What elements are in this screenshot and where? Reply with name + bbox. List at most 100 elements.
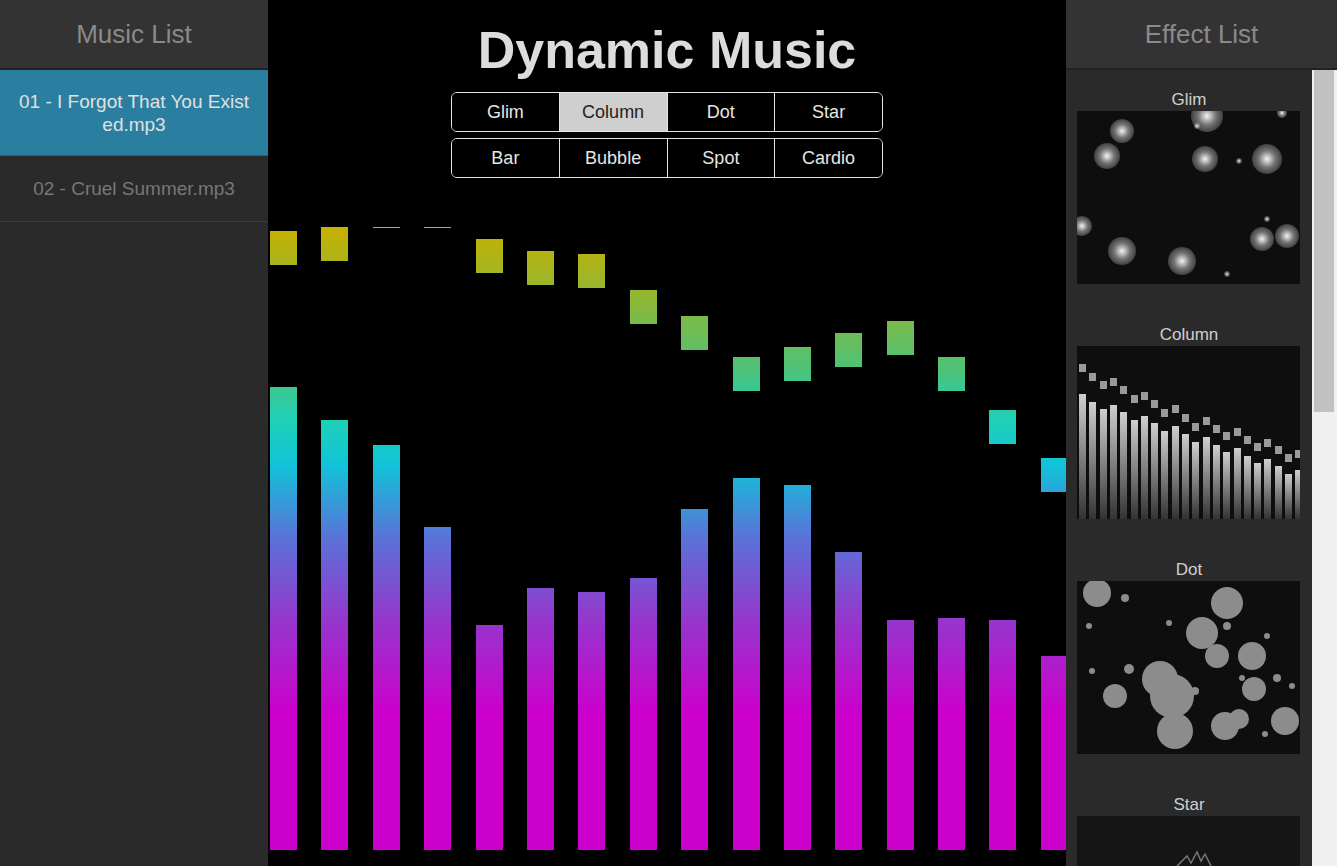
dot-circle (1150, 674, 1194, 718)
glim-light (1108, 237, 1136, 265)
column-bar (1089, 402, 1096, 519)
spectrum-column (887, 227, 914, 850)
effect-item[interactable]: Dot (1066, 560, 1312, 754)
dot-circle (1089, 668, 1095, 674)
column-cap (1079, 364, 1086, 372)
column-cap (1264, 439, 1271, 447)
spectrum-cap (681, 316, 708, 350)
column-bar (1161, 431, 1168, 519)
app-title: Dynamic Music (478, 20, 857, 80)
spectrum-cap (835, 333, 862, 367)
effect-button[interactable]: Bubble (559, 139, 667, 177)
effect-preview[interactable] (1077, 346, 1300, 519)
scrollbar-thumb[interactable] (1314, 70, 1334, 412)
glim-light (1277, 111, 1287, 118)
spectrum-bar (630, 578, 657, 850)
column-cap (1203, 417, 1210, 425)
music-item[interactable]: 02 - Cruel Summer.mp3 (0, 156, 268, 222)
spectrum-bar (784, 485, 811, 850)
effect-label: Star (1173, 795, 1204, 815)
column-cap (1151, 400, 1158, 408)
dot-circle (1264, 633, 1270, 639)
spectrum-cap (424, 227, 451, 228)
column-cap (1234, 428, 1241, 436)
effect-button[interactable]: Dot (667, 93, 775, 131)
effect-button[interactable]: Cardio (774, 139, 882, 177)
effect-item[interactable]: Star (1066, 795, 1312, 866)
player-panel: Dynamic Music GlimColumnDotStar BarBubbleS… (268, 0, 1066, 866)
effect-button[interactable]: Bar (452, 139, 559, 177)
effect-list-title: Effect List (1066, 0, 1337, 70)
effect-list-panel: Effect List Glim Column Dot Star (1066, 0, 1337, 866)
dot-circle (1238, 642, 1266, 670)
music-list-title: Music List (0, 0, 268, 70)
column-bar (1244, 456, 1251, 519)
column-cap (1182, 414, 1189, 422)
effect-button[interactable]: Glim (452, 93, 559, 131)
column-cap (1275, 446, 1282, 454)
dot-circle (1103, 684, 1127, 708)
dot-circle (1086, 623, 1092, 629)
music-item[interactable]: 01 - I Forgot That You Existed.mp3 (0, 70, 268, 156)
dot-circle (1229, 709, 1249, 729)
column-bar (1079, 394, 1086, 519)
spectrum-cap (321, 227, 348, 261)
spectrum-column (373, 227, 400, 850)
column-bar (1203, 437, 1210, 519)
star-wave-icon (1077, 816, 1300, 866)
effect-button[interactable]: Spot (667, 139, 775, 177)
glim-light (1236, 158, 1242, 164)
effect-preview[interactable] (1077, 816, 1300, 866)
spectrum-cap (527, 251, 554, 285)
spectrum-column (784, 227, 811, 850)
spectrum-cap (989, 410, 1016, 444)
scrollbar[interactable] (1312, 70, 1337, 866)
column-cap (1223, 432, 1230, 440)
music-item-label[interactable]: 02 - Cruel Summer.mp3 (33, 177, 235, 200)
effect-list: Glim Column Dot Star (1066, 70, 1337, 866)
spectrum-cap (733, 357, 760, 391)
effect-button[interactable]: Star (774, 93, 882, 131)
spectrum-column (733, 227, 760, 850)
spectrum-column (527, 227, 554, 850)
spectrum-column (424, 227, 451, 850)
column-cap (1089, 373, 1096, 381)
effect-preview[interactable] (1077, 581, 1300, 754)
spectrum-bar (424, 527, 451, 850)
column-cap (1110, 378, 1117, 386)
spectrum-column (476, 227, 503, 850)
column-cap (1131, 395, 1138, 403)
dot-circle (1211, 587, 1243, 619)
dot-circle (1262, 731, 1268, 737)
column-bar (1275, 466, 1282, 519)
column-cap (1285, 454, 1292, 462)
column-cap (1254, 443, 1261, 451)
glim-light (1264, 216, 1270, 222)
effect-button[interactable]: Column (559, 93, 667, 131)
music-item-label[interactable]: 01 - I Forgot That You Existed.mp3 (14, 90, 254, 136)
spectrum-column (321, 227, 348, 850)
music-list-panel: Music List 01 - I Forgot That You Existed… (0, 0, 268, 866)
spectrum-column (835, 227, 862, 850)
effect-label: Glim (1172, 90, 1207, 110)
glim-light (1224, 271, 1230, 277)
spectrum-cap (578, 254, 605, 288)
spectrum-cap (938, 357, 965, 391)
column-bar (1213, 445, 1220, 519)
spectrum-cap (784, 347, 811, 381)
spectrum-chart (268, 227, 1066, 850)
spectrum-bar (681, 509, 708, 850)
spectrum-bar (989, 620, 1016, 850)
effect-item[interactable]: Glim (1066, 90, 1312, 284)
glim-light (1077, 216, 1092, 236)
column-bar (1100, 409, 1107, 519)
column-bar (1254, 463, 1261, 519)
column-cap (1120, 386, 1127, 394)
spectrum-bar (321, 420, 348, 850)
effect-preview[interactable] (1077, 111, 1300, 284)
column-cap (1213, 425, 1220, 433)
player-header: Dynamic Music GlimColumnDotStar BarBubbleS… (268, 0, 1066, 227)
spectrum-bar (578, 592, 605, 850)
column-bar (1182, 434, 1189, 519)
effect-item[interactable]: Column (1066, 325, 1312, 519)
